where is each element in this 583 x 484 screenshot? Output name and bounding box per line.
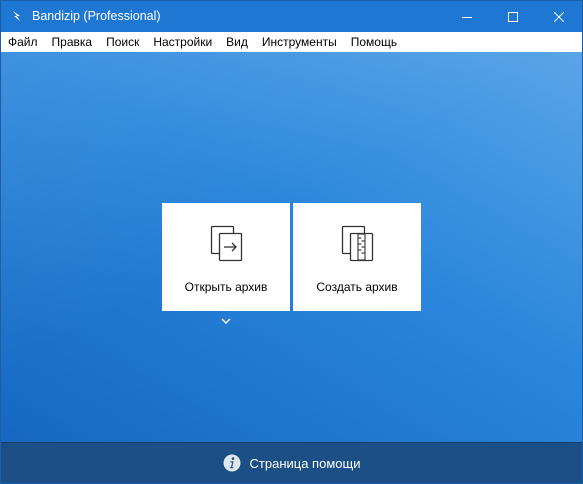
- minimize-icon: [462, 16, 472, 18]
- menu-bar: Файл Правка Поиск Настройки Вид Инструме…: [1, 32, 582, 52]
- menu-file[interactable]: Файл: [1, 32, 45, 52]
- app-window: Bandizip (Professional) Файл Правка Поис…: [0, 0, 583, 484]
- maximize-button[interactable]: [490, 1, 536, 32]
- open-archive-label: Открыть архив: [184, 280, 268, 294]
- maximize-icon: [508, 11, 518, 22]
- help-page-button[interactable]: Страница помощи: [1, 442, 582, 483]
- info-icon: [223, 454, 241, 472]
- close-icon: [554, 11, 564, 22]
- chevron-down-icon[interactable]: [219, 316, 233, 326]
- bandizip-logo-icon: [13, 11, 20, 21]
- close-button[interactable]: [536, 1, 582, 32]
- menu-search[interactable]: Поиск: [99, 32, 146, 52]
- main-area: Открыть архив Создать архив: [1, 52, 582, 442]
- window-title: Bandizip (Professional): [32, 9, 161, 23]
- open-archive-icon: [210, 225, 243, 262]
- background-sheen: [1, 52, 582, 442]
- help-page-label: Страница помощи: [249, 455, 361, 471]
- create-archive-button[interactable]: Создать архив: [293, 203, 421, 311]
- minimize-button[interactable]: [444, 1, 490, 32]
- menu-edit[interactable]: Правка: [45, 32, 100, 52]
- menu-help[interactable]: Помощь: [344, 32, 404, 52]
- menu-settings[interactable]: Настройки: [146, 32, 219, 52]
- create-archive-icon: [341, 225, 374, 262]
- create-archive-label: Создать архив: [316, 280, 398, 294]
- title-bar[interactable]: Bandizip (Professional): [1, 1, 582, 32]
- open-archive-button[interactable]: Открыть архив: [162, 203, 290, 311]
- menu-tools[interactable]: Инструменты: [255, 32, 344, 52]
- menu-view[interactable]: Вид: [219, 32, 255, 52]
